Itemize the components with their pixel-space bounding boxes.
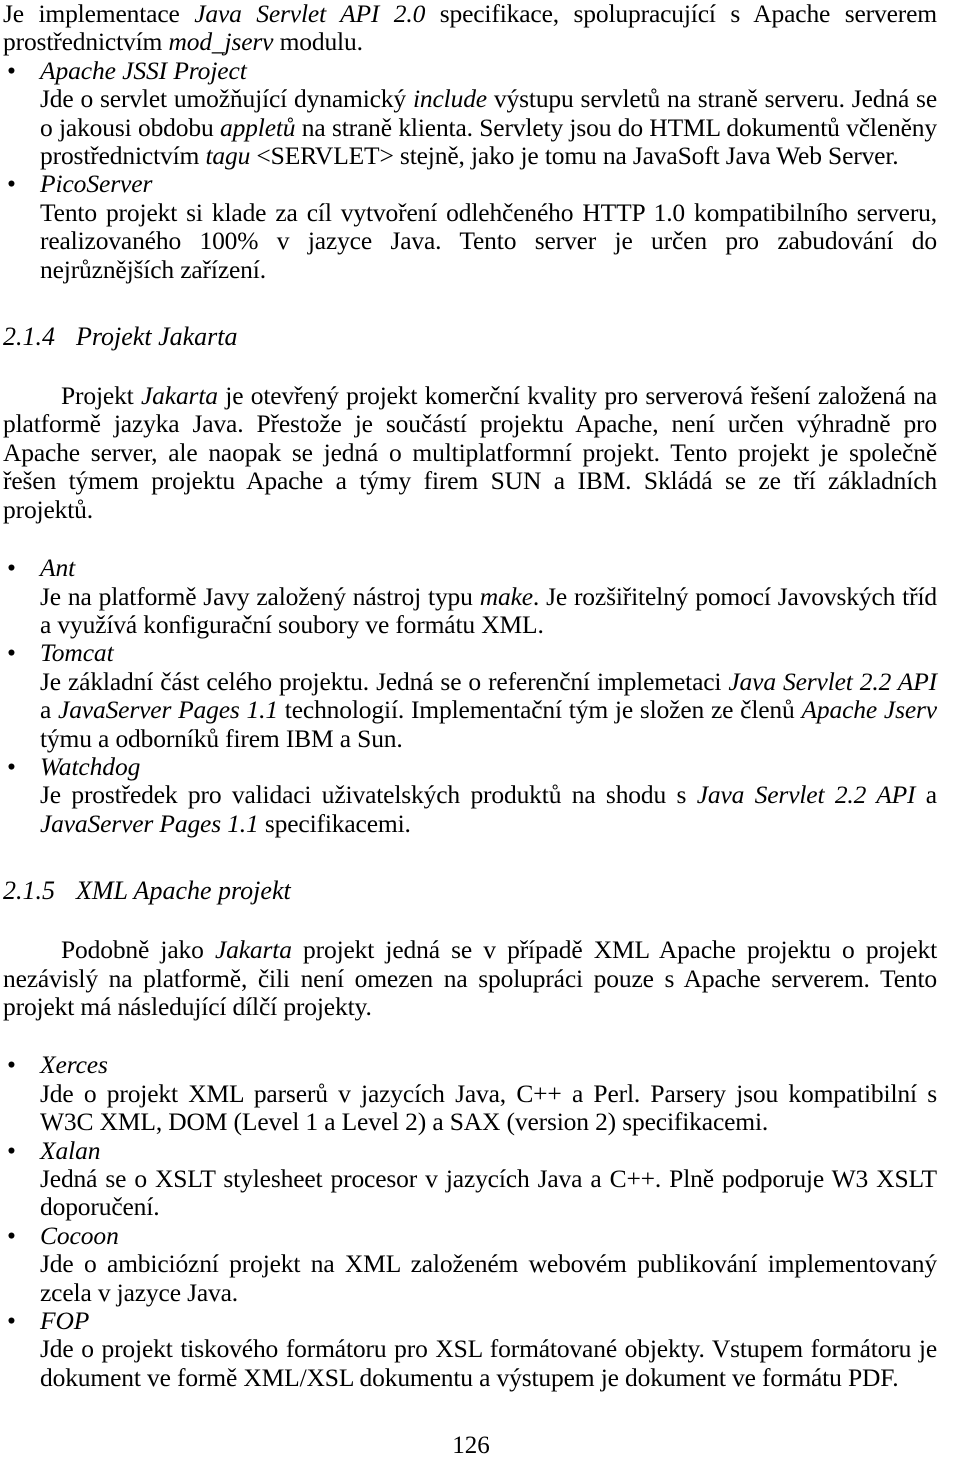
body-text-1: Je na platformě Javy založený nástroj ty… [40,581,480,611]
body-text-1: Jedná se o XSLT stylesheet procesor v ja… [40,1164,937,1222]
list-item-title: Xalan [40,1135,101,1165]
bullet-icon: • [7,169,16,199]
list-item-title: Apache JSSI Project [40,55,247,85]
document-page: Je implementace Java Servlet API 2.0 spe… [0,0,960,1466]
heading-section-2-1-4: 2.1.4 Projekt Jakarta [3,322,937,352]
bullet-icon: • [7,638,16,668]
bullet-icon: • [7,55,16,85]
heading-number: 2.1.4 [3,322,55,352]
body-emphasis-2: JavaServer Pages 1.1 [40,808,259,838]
list-item-title: FOP [40,1306,90,1336]
body-emphasis-1: include [412,84,487,114]
page-number-footer: 126 [0,1432,960,1460]
heading-title: Projekt Jakarta [76,322,238,352]
body-emphasis-1: Java Servlet 2.2 API [696,780,916,810]
body-text-2: a [40,695,59,725]
xml-intro-paragraph: Podobně jako Jakarta projekt jedná se v … [3,935,937,1021]
list-item: • Xerces Jde o projekt XML parserů v jaz… [3,1050,937,1137]
body-text-3: specifikacemi. [258,808,411,838]
intro-text-1: Je implementace [3,0,195,28]
body-text-1: Je základní část celého projektu. Jedná … [40,666,729,696]
body-text-1: Jde o ambiciózní projekt na XML založené… [40,1249,937,1307]
list-item: • PicoServer Tento projekt si klade za c… [3,170,937,284]
body-emphasis-3: tagu [205,141,251,171]
body-emphasis-3: Apache Jserv [801,695,938,725]
jakarta-intro-text-1: Projekt [61,381,142,411]
bullet-icon: • [7,1135,16,1165]
list-item-title: Xerces [40,1050,108,1080]
list-item-title: Watchdog [40,751,141,781]
body-text-1: Tento projekt si klade za cíl vytvoření … [40,197,937,284]
list-item: • Xalan Jedná se o XSLT stylesheet proce… [3,1135,937,1222]
bullet-icon: • [7,1050,16,1080]
bullet-icon: • [7,553,16,583]
intro-emphasis-1: Java Servlet API 2.0 [194,0,426,28]
list-item-body: Je základní část celého projektu. Jedná … [40,666,938,753]
body-emphasis-2: JavaServer Pages 1.1 [58,695,278,725]
apache-projects-list: • Apache JSSI Project Jde o servlet umož… [3,55,937,284]
body-text-1: Jde o servlet umožňující dynamický [40,84,413,114]
body-text-3: technologií. Implementační tým je složen… [277,695,802,725]
heading-section-2-1-5: 2.1.5 XML Apache projekt [3,876,937,906]
list-item-body: Tento projekt si klade za cíl vytvoření … [40,197,937,284]
body-text-1: Je prostředek pro validaci uživatelských… [40,780,697,810]
xml-intro-emphasis-1: Jakarta [214,935,292,965]
jakarta-intro-emphasis-1: Jakarta [141,381,218,411]
intro-paragraph: Je implementace Java Servlet API 2.0 spe… [3,0,937,57]
intro-emphasis-2: mod_jserv [168,27,274,57]
list-item-body: Jde o ambiciózní projekt na XML založené… [40,1249,937,1307]
heading-number: 2.1.5 [3,876,55,906]
list-item-body: Jedná se o XSLT stylesheet procesor v ja… [40,1164,937,1222]
page-content: Je implementace Java Servlet API 2.0 spe… [3,0,937,1392]
list-item-title: Tomcat [40,638,114,668]
list-item: • Apache JSSI Project Jde o servlet umož… [3,55,937,171]
page-number-value: 126 [452,1432,490,1459]
list-item: • Watchdog Je prostředek pro validaci už… [3,751,937,838]
jakarta-projects-list: • Ant Je na platformě Javy založený nást… [3,553,938,838]
body-text-4: týmu a odborníků firem IBM a Sun. [40,723,403,753]
list-item-body: Jde o projekt tiskového formátoru pro XS… [40,1335,937,1392]
bullet-icon: • [7,1220,16,1250]
body-emphasis-1: Java Servlet 2.2 API [728,666,937,696]
list-item: • Tomcat Je základní část celého projekt… [3,638,938,753]
body-text-1: Jde o projekt XML parserů v jazycích Jav… [40,1078,937,1137]
body-text-4: <SERVLET> stejně, jako je tomu na JavaSo… [250,141,899,171]
bullet-icon: • [7,751,16,781]
xml-projects-list: • Xerces Jde o projekt XML parserů v jaz… [3,1050,937,1392]
xml-intro-text-1: Podobně jako [61,935,215,965]
list-item-body: Je prostředek pro validaci uživatelských… [40,781,937,838]
list-item: • Cocoon Jde o ambiciózní projekt na XML… [3,1220,937,1307]
body-text-1: Jde o projekt tiskového formátoru pro XS… [40,1334,937,1392]
list-item-body: Je na platformě Javy založený nástroj ty… [40,581,937,640]
body-emphasis-2: appletů [219,112,296,142]
list-item-title: Cocoon [40,1220,119,1250]
jakarta-intro-paragraph: Projekt Jakarta je otevřený projekt kome… [3,381,937,524]
list-item-title: PicoServer [40,169,153,199]
body-emphasis-1: make [479,581,533,611]
list-item-body: Jde o servlet umožňující dynamický inclu… [40,84,937,171]
heading-title: XML Apache projekt [76,876,291,906]
list-item-title: Ant [40,553,76,583]
bullet-icon: • [7,1306,16,1336]
list-item: • FOP Jde o projekt tiskového formátoru … [3,1306,937,1392]
list-item-body: Jde o projekt XML parserů v jazycích Jav… [40,1078,937,1137]
list-item: • Ant Je na platformě Javy založený nást… [3,553,937,640]
body-text-2: a [915,780,937,810]
intro-text-3: modulu. [273,27,363,57]
